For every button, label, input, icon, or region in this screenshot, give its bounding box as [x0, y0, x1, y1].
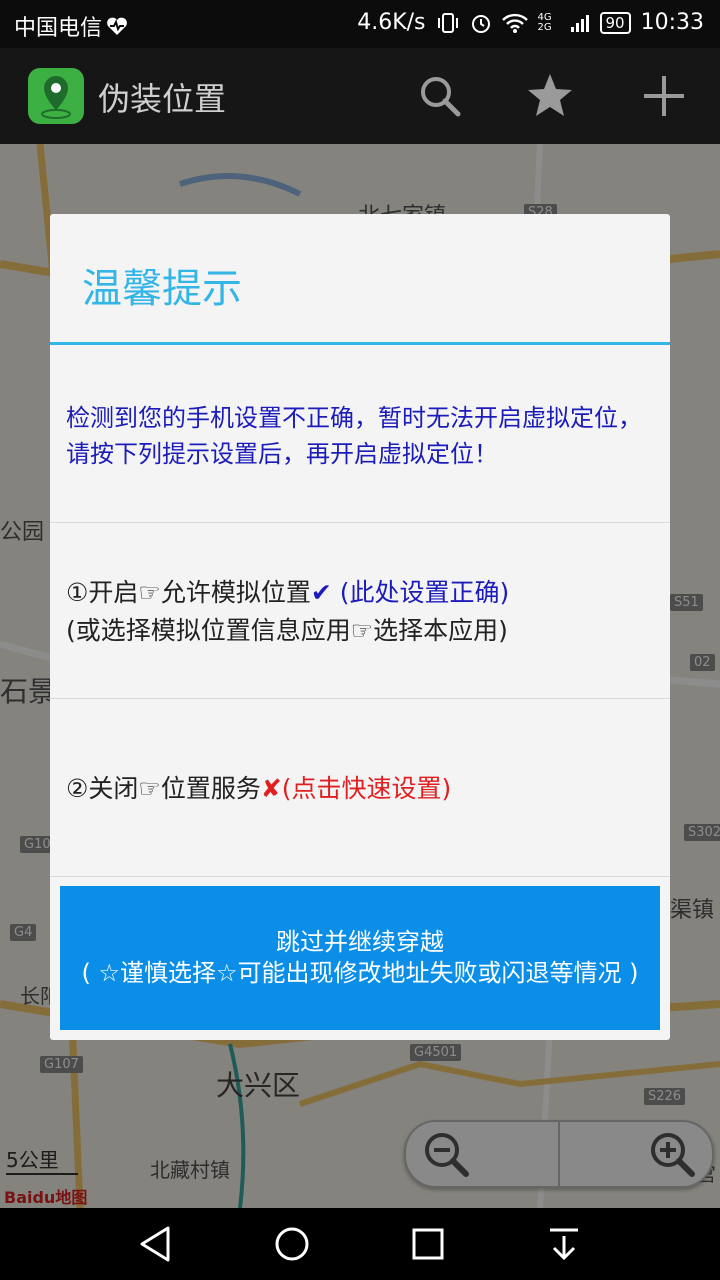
- skip-button-label: 跳过并继续穿越: [276, 928, 444, 956]
- option2-status: (点击快速设置): [281, 774, 452, 803]
- skip-button-warning: ( ☆谨慎选择☆可能出现修改地址失败或闪退等情况 ): [81, 959, 639, 987]
- cross-icon: ✘: [260, 774, 282, 803]
- dialog-title-divider: [50, 342, 670, 345]
- app-title: 伪装位置: [98, 80, 227, 118]
- option1-alt-text: (或选择模拟位置信息应用☞选择本应用): [66, 616, 508, 645]
- navigation-bar: [0, 1208, 720, 1280]
- network-type: 4G 2G: [537, 11, 552, 33]
- signal-icon: [570, 14, 589, 32]
- add-icon[interactable]: [638, 70, 690, 122]
- notification-pull-down-icon[interactable]: [542, 1222, 586, 1266]
- option-mock-location[interactable]: ①开启☞允许模拟位置✔ (此处设置正确) (或选择模拟位置信息应用☞选择本应用): [66, 574, 656, 650]
- option1-status: (此处设置正确): [331, 578, 510, 607]
- option1-text: ①开启☞允许模拟位置: [66, 578, 311, 607]
- recents-icon[interactable]: [406, 1222, 450, 1266]
- star-icon[interactable]: [524, 70, 576, 122]
- search-icon[interactable]: [414, 70, 466, 122]
- battery-icon: 90: [599, 11, 631, 34]
- option-location-service[interactable]: ②关闭☞位置服务✘(点击快速设置): [66, 770, 656, 808]
- check-icon: ✔: [310, 578, 332, 607]
- network-speed: 4.6K/s: [357, 10, 426, 35]
- home-icon[interactable]: [270, 1222, 314, 1266]
- carrier-label: 中国电信: [14, 16, 103, 41]
- divider: [50, 876, 670, 877]
- status-bar: 中国电信 4.6K/s 4G 2G 90 10:33: [0, 0, 720, 48]
- tips-dialog: 温馨提示 检测到您的手机设置不正确，暂时无法开启虚拟定位，请按下列提示设置后，再…: [50, 214, 670, 1040]
- divider: [50, 698, 670, 699]
- clock: 10:33: [640, 10, 704, 35]
- dialog-message: 检测到您的手机设置不正确，暂时无法开启虚拟定位，请按下列提示设置后，再开启虚拟定…: [66, 404, 642, 468]
- skip-continue-button[interactable]: 跳过并继续穿越 ( ☆谨慎选择☆可能出现修改地址失败或闪退等情况 ): [60, 886, 660, 1030]
- divider: [50, 522, 670, 523]
- app-bar: 伪装位置: [0, 48, 720, 144]
- vibrate-icon: [437, 12, 458, 33]
- alarm-icon: [471, 14, 490, 33]
- back-icon[interactable]: [134, 1222, 178, 1266]
- heart-monitor-icon: [107, 17, 127, 35]
- dialog-title: 温馨提示: [82, 266, 242, 312]
- app-logo-icon: [28, 68, 84, 124]
- option2-text: ②关闭☞位置服务: [66, 774, 261, 803]
- wifi-icon: [501, 13, 528, 33]
